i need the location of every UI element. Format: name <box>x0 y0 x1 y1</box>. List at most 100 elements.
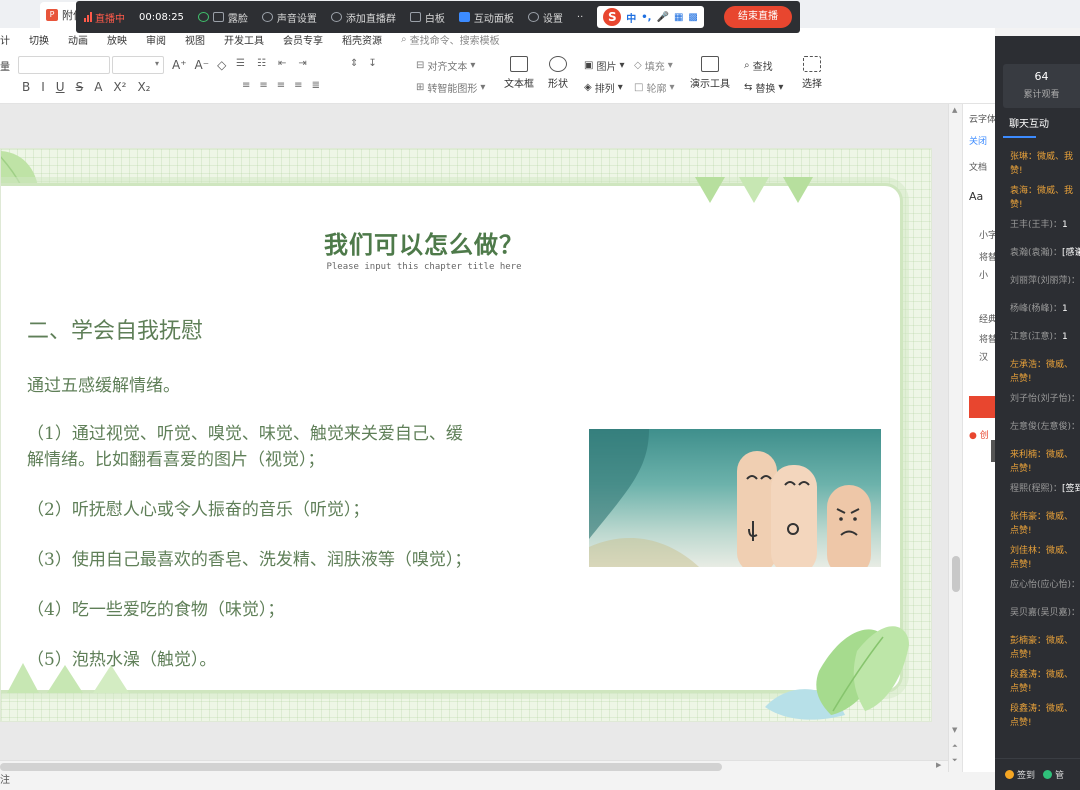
end-live-button[interactable]: 结束直播 <box>724 6 792 28</box>
menu-item-developer[interactable]: 开发工具 <box>224 32 264 47</box>
interaction-panel-button[interactable]: 互动面板 <box>458 10 514 25</box>
chat-message-list[interactable]: 张琳：微威、我 赞! 袁海：微威、我 赞! 王丰(王丰)：1 袁瀚(袁瀚)：[感谢 刘丽萍(… <box>995 150 1080 736</box>
italic-button[interactable]: I <box>41 80 45 94</box>
numbered-list-icon[interactable]: ☷ <box>257 58 266 69</box>
font-family-select[interactable] <box>18 56 110 74</box>
shape-button[interactable]: 形状 <box>548 56 568 90</box>
slide-item-1-line-2[interactable]: 解情绪。比如翻看喜爱的图片（视觉）； <box>27 445 325 470</box>
slide-title[interactable]: 我们可以怎么做？ <box>301 225 547 260</box>
slide-item-1-line-1[interactable]: （1）通过视觉、听觉、嗅觉、味觉、触觉来关爱自己、缓 <box>27 419 463 444</box>
subscript-button[interactable]: X₂ <box>137 80 150 94</box>
create-link[interactable]: ● 创 <box>969 428 989 441</box>
strikethrough-button[interactable]: S <box>76 80 84 94</box>
smart-art-button[interactable]: ⊞ 转智能图形 ▾ <box>416 80 485 95</box>
status-text: 注 <box>0 775 10 786</box>
align-left-icon[interactable]: ≡ <box>242 80 250 91</box>
outdent-icon[interactable]: ⇥ <box>298 58 306 69</box>
scroll-down-icon[interactable]: ▼ <box>952 726 957 734</box>
manage-button[interactable]: 管 <box>1043 768 1064 781</box>
chat-message-text: 1 <box>1062 304 1068 314</box>
align-right-icon[interactable]: ≡ <box>277 80 285 91</box>
horizontal-scroll-thumb[interactable] <box>0 763 722 771</box>
decrease-font-button[interactable]: A⁻ <box>195 58 210 72</box>
line-spacing-icon[interactable]: ⇕ <box>350 58 358 69</box>
chat-message: 刘丽萍(刘丽萍)： <box>995 274 1080 302</box>
horizontal-scrollbar[interactable]: ▶ <box>0 760 948 772</box>
menu-item-transition[interactable]: 切换 <box>29 32 49 47</box>
bullet-list-icon[interactable]: ☰ <box>236 58 245 69</box>
vertical-scroll-thumb[interactable] <box>952 556 960 592</box>
menu-item-animation[interactable]: 动画 <box>68 32 88 47</box>
settings-button[interactable]: 设置 <box>527 10 563 25</box>
menu-item-slideshow[interactable]: 放映 <box>107 32 127 47</box>
menu-item-member[interactable]: 会员专享 <box>283 32 323 47</box>
replace-button[interactable]: ⇆ 替换 ▾ <box>744 80 783 95</box>
font-preview[interactable]: Aa <box>969 190 983 203</box>
tab-chat-interaction[interactable]: 聊天互动 <box>995 116 1080 142</box>
whiteboard-button[interactable]: 白板 <box>409 10 445 25</box>
font-size-select[interactable]: ▾ <box>112 56 164 74</box>
slide-item-5[interactable]: （5）泡热水澡（触觉）。 <box>27 645 216 670</box>
close-link[interactable]: 关闭 <box>969 134 987 147</box>
menu-item-review[interactable]: 审阅 <box>146 32 166 47</box>
align-text-button[interactable]: ⊟ 对齐文本 ▾ <box>416 58 475 73</box>
chat-message: 来利楠：微威、 点赞! <box>995 448 1080 482</box>
next-slide-icon[interactable]: ⏷ <box>952 756 958 765</box>
ime-language-toggle[interactable]: 中 <box>626 10 636 25</box>
finger-faces-photo[interactable] <box>589 429 881 567</box>
apply-button[interactable] <box>969 396 995 418</box>
vertical-scrollbar[interactable]: ▲ ▼ ⏶ ⏷ <box>948 104 962 772</box>
ime-punctuation-toggle[interactable]: •, <box>641 12 651 23</box>
clear-format-button[interactable]: ◇ <box>217 58 226 72</box>
scroll-up-icon[interactable]: ▲ <box>952 106 957 114</box>
microphone-icon <box>261 12 273 22</box>
slide-item-4[interactable]: （4）吃一些爱吃的食物（味觉）； <box>27 595 284 620</box>
slide-canvas[interactable]: 我们可以怎么做？ Please input this chapter title… <box>0 148 932 722</box>
chat-message: 吴贝嘉(吴贝嘉)： <box>995 606 1080 634</box>
more-button[interactable]: ·· <box>577 12 583 23</box>
select-button[interactable]: 选择 <box>802 56 822 90</box>
menu-item-docer[interactable]: 稻壳资源 <box>342 32 382 47</box>
slide-intro[interactable]: 通过五感缓解情绪。 <box>27 371 180 396</box>
ime-toolbar[interactable]: S 中 •, 🎤 ▦ ▩ <box>597 6 704 28</box>
slide-heading[interactable]: 二、学会自我抚慰 <box>27 313 203 345</box>
indent-icon[interactable]: ⇤ <box>278 58 286 69</box>
menu-item-design[interactable]: 计 <box>0 32 10 47</box>
text-direction-icon[interactable]: ↧ <box>368 58 376 69</box>
picture-button[interactable]: ▣ 图片 ▾ <box>584 58 624 73</box>
chat-message: 段鑫涛：微威、 点赞! <box>995 702 1080 736</box>
menu-item-view[interactable]: 视图 <box>185 32 205 47</box>
slide-subtitle[interactable]: Please input this chapter title here <box>301 262 547 272</box>
slide-work-area: 我们可以怎么做？ Please input this chapter title… <box>0 104 962 772</box>
align-center-icon[interactable]: ≡ <box>259 80 267 91</box>
ime-voice-icon[interactable]: 🎤 <box>656 12 668 23</box>
sound-settings-button[interactable]: 声音设置 <box>261 10 317 25</box>
font-group-label: 量 <box>0 62 10 73</box>
find-button[interactable]: ⌕ 查找 <box>744 58 773 73</box>
font-color-button[interactable]: A <box>94 80 102 94</box>
ime-menu-icon[interactable]: ▩ <box>688 12 697 23</box>
arrange-button[interactable]: ◈ 排列 ▾ <box>584 80 623 95</box>
slide-item-2[interactable]: （2）听抚慰人心或令人振奋的音乐（听觉）； <box>27 495 369 520</box>
underline-button[interactable]: U <box>56 80 65 94</box>
justify-icon[interactable]: ≡ <box>294 80 302 91</box>
previous-slide-icon[interactable]: ⏶ <box>952 742 958 751</box>
fill-button[interactable]: ◇ 填充 ▾ <box>634 58 673 73</box>
presentation-tools-button[interactable]: 演示工具 <box>690 56 730 90</box>
checkin-button[interactable]: 签到 <box>1005 768 1035 781</box>
superscript-button[interactable]: X² <box>113 80 126 94</box>
add-live-group-button[interactable]: 添加直播群 <box>330 10 396 25</box>
ime-keyboard-icon[interactable]: ▦ <box>674 12 683 23</box>
bold-button[interactable]: B <box>22 80 30 94</box>
slide-item-3[interactable]: （3）使用自己最喜欢的香皂、洗发精、润肤液等（嗅觉）； <box>27 545 471 570</box>
chat-message-continuation: 点赞! <box>1010 718 1032 728</box>
outline-button[interactable]: □ 轮廓 ▾ <box>634 80 674 95</box>
chevron-down-icon: ▾ <box>154 59 159 68</box>
command-search[interactable]: ⌕ 查找命令、搜索模板 <box>401 32 500 47</box>
textbox-button[interactable]: 文本框 <box>504 56 534 90</box>
scroll-right-icon[interactable]: ▶ <box>936 761 941 769</box>
chat-message-text: 微威、 <box>1046 704 1074 714</box>
distribute-icon[interactable]: ≣ <box>312 80 320 91</box>
show-face-button[interactable]: 露脸 <box>197 10 248 25</box>
increase-font-button[interactable]: A⁺ <box>172 58 187 72</box>
